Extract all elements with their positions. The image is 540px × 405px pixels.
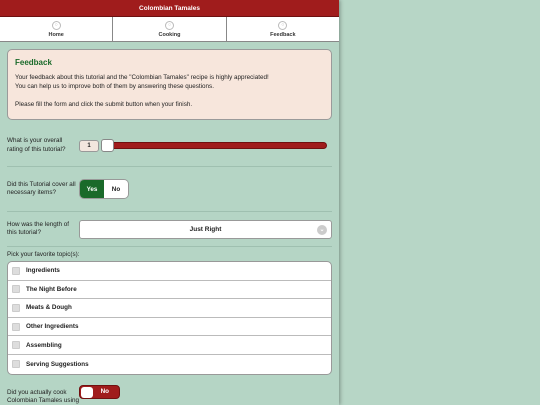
checkbox-icon[interactable] (12, 303, 20, 312)
feedback-line-1: Your feedback about this tutorial and th… (15, 74, 269, 81)
nav-cooking-label: Cooking (158, 31, 181, 38)
topic-label: Serving Suggestions (26, 360, 89, 368)
checkbox-icon[interactable] (12, 341, 20, 350)
topic-other-ingredients[interactable]: Other Ingredients (8, 318, 331, 337)
length-label: How was the length of this tutorial? (7, 220, 69, 237)
feedback-icon: ○ (278, 20, 288, 30)
coverage-toggle: Yes No (79, 179, 129, 199)
cooked-switch[interactable]: No (79, 384, 120, 399)
home-icon: ○ (51, 20, 61, 30)
switch-knob[interactable] (81, 386, 93, 398)
rating-value-input[interactable]: 1 (79, 139, 99, 152)
app-title: Colombian Tamales (139, 4, 200, 12)
topic-label: The Night Before (26, 285, 77, 293)
topic-label: Assembling (26, 341, 62, 349)
nav-bar: ○ Home ○ Cooking ○ Feedback (0, 17, 339, 42)
topic-label: Meats & Dough (26, 304, 72, 312)
topic-meats-dough[interactable]: Meats & Dough (8, 299, 331, 318)
nav-home[interactable]: ○ Home (0, 17, 114, 41)
feedback-intro-box: Feedback Your feedback about this tutori… (7, 49, 332, 120)
coverage-row: Did this Tutorial cover all necessary it… (7, 167, 332, 212)
feedback-line-2: You can help us to improve both of them … (15, 83, 214, 90)
checkbox-icon[interactable] (12, 322, 20, 331)
length-row: How was the length of this tutorial? Jus… (7, 212, 332, 247)
coverage-no-button[interactable]: No (104, 180, 128, 198)
title-bar: Colombian Tamales (0, 0, 339, 17)
nav-home-label: Home (48, 31, 64, 38)
rating-row: What is your overall rating of this tuto… (7, 125, 332, 167)
coverage-yes-button[interactable]: Yes (80, 180, 104, 198)
coverage-label: Did this Tutorial cover all necessary it… (7, 180, 76, 197)
topic-ingredients[interactable]: Ingredients (8, 262, 331, 281)
topic-label: Ingredients (26, 267, 60, 275)
app-window: Colombian Tamales ○ Home ○ Cooking ○ Fee… (0, 0, 339, 405)
nav-feedback-label: Feedback (270, 31, 296, 38)
topic-assembling[interactable]: Assembling (8, 336, 331, 355)
checkbox-icon[interactable] (12, 360, 20, 369)
rating-slider-handle[interactable] (101, 139, 114, 152)
chevron-down-icon: ⌄ (317, 224, 327, 235)
nav-feedback[interactable]: ○ Feedback (227, 17, 339, 41)
nav-cooking[interactable]: ○ Cooking (113, 17, 227, 41)
topics-list: Ingredients The Night Before Meats & Dou… (7, 261, 332, 375)
topics-label: Pick your favorite topic(s): (7, 251, 80, 258)
topic-night-before[interactable]: The Night Before (8, 281, 331, 300)
checkbox-icon[interactable] (12, 285, 20, 294)
form-content: Feedback Your feedback about this tutori… (0, 42, 339, 405)
feedback-line-3: Please fill the form and click the submi… (15, 101, 193, 108)
checkbox-icon[interactable] (12, 266, 20, 275)
topic-label: Other Ingredients (26, 323, 79, 331)
rating-slider: 1 (79, 139, 332, 152)
cooked-row: Did you actually cook Colombian Tamales … (7, 384, 332, 405)
rating-slider-track[interactable] (101, 139, 327, 152)
length-select-value: Just Right (189, 225, 222, 233)
cooked-label: Did you actually cook Colombian Tamales … (7, 388, 79, 405)
length-select[interactable]: Just Right ⌄ (79, 219, 332, 239)
cooked-switch-value: No (100, 388, 109, 396)
topic-serving-suggestions[interactable]: Serving Suggestions (8, 355, 331, 374)
cooking-icon: ○ (164, 20, 174, 30)
rating-label: What is your overall rating of this tuto… (7, 137, 66, 153)
feedback-title: Feedback (15, 58, 52, 67)
